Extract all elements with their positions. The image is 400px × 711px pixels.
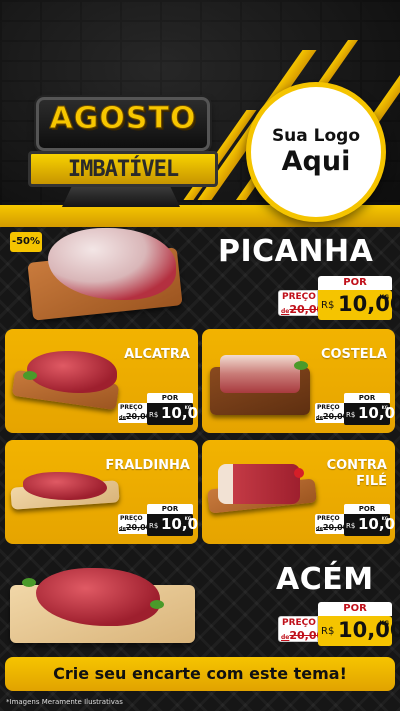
preco-label: PREÇO: [120, 515, 143, 522]
price-tag: POR PREÇO de20,00 R$ 10,00 KG: [315, 504, 395, 536]
current-price-box: R$ 10,00 KG: [147, 514, 198, 536]
fraldinha-image: [23, 472, 107, 500]
price-tag: POR PREÇO de20,00 R$ 10,00 KG: [118, 393, 198, 425]
logo-text-line2: Aqui: [281, 146, 351, 177]
product-name-line2: FILÉ: [356, 474, 387, 489]
currency: R$: [346, 522, 356, 530]
cta-banner[interactable]: Crie seu encarte com este tema!: [5, 657, 395, 691]
unit-label: KG: [381, 405, 388, 410]
preco-label: PREÇO: [282, 292, 316, 302]
current-price: 10,00: [338, 618, 400, 642]
currency: R$: [149, 522, 159, 530]
current-price-box: R$ 10,00 KG: [344, 403, 395, 425]
preco-label: PREÇO: [120, 404, 143, 411]
featured-price-tag: POR PREÇO de20,00 R$ 10,00 KG: [278, 602, 400, 646]
herb-garnish: [294, 361, 308, 370]
por-label: POR: [318, 602, 392, 616]
current-price-box: R$ 10,00 KG: [318, 616, 400, 646]
product-card-contra-file[interactable]: CONTRA FILÉ POR PREÇO de20,00 R$ 10,00 K…: [202, 440, 395, 544]
hero-price-tag: POR PREÇO de20,00 R$ 10,00 KG: [278, 276, 400, 320]
product-name: CONTRA FILÉ: [327, 458, 387, 490]
product-card-costela[interactable]: COSTELA POR PREÇO de20,00 R$ 10,00 KG: [202, 329, 395, 433]
product-name-line1: CONTRA: [326, 458, 387, 473]
unit-label: KG: [184, 516, 191, 521]
currency: R$: [346, 411, 356, 419]
current-price: 10,00: [161, 515, 198, 533]
por-label: POR: [147, 393, 193, 403]
herb-garnish: [23, 371, 37, 380]
unit-label: KG: [379, 620, 389, 627]
currency: R$: [321, 300, 335, 311]
product-card-fraldinha[interactable]: FRALDINHA POR PREÇO de20,00 R$ 10,00 KG: [5, 440, 198, 544]
featured-product-name: ACÉM: [276, 562, 374, 597]
old-price-box: PREÇO de20,00: [118, 514, 151, 534]
current-price: 10,00: [161, 404, 198, 422]
current-price-box: R$ 10,00 KG: [318, 290, 400, 320]
old-price-box: PREÇO de20,00: [315, 514, 348, 534]
unit-label: KG: [381, 516, 388, 521]
current-price: 10,00: [338, 292, 400, 316]
discount-badge: -50%: [10, 232, 42, 252]
preco-label: PREÇO: [282, 618, 316, 628]
disclaimer-footnote: *Imagens Meramente Ilustrativas: [6, 698, 123, 706]
hero-product-name: PICANHA: [218, 234, 374, 269]
herb-garnish: [150, 600, 164, 609]
price-tag: POR PREÇO de20,00 R$ 10,00 KG: [118, 504, 198, 536]
preco-label: PREÇO: [317, 404, 340, 411]
plaque-stand: [62, 187, 180, 207]
old-price-box: PREÇO de20,00: [118, 403, 151, 423]
price-tag: POR PREÇO de20,00 R$ 10,00 KG: [315, 393, 395, 425]
por-label: POR: [147, 504, 193, 514]
unit-label: KG: [379, 294, 389, 301]
contra-file-image: [218, 464, 300, 504]
currency: R$: [149, 411, 159, 419]
product-name: FRALDINHA: [105, 458, 190, 473]
por-label: POR: [344, 504, 390, 514]
product-name: COSTELA: [320, 347, 387, 362]
herb-garnish: [22, 578, 36, 587]
logo-text-line1: Sua Logo: [271, 126, 361, 146]
page-subtitle: IMBATÍVEL: [67, 157, 179, 182]
product-card-alcatra[interactable]: ALCATRA POR PREÇO de20,00 R$ 10,00 KG: [5, 329, 198, 433]
current-price-box: R$ 10,00 KG: [147, 403, 198, 425]
currency: R$: [321, 626, 335, 637]
old-price-box: PREÇO de20,00: [278, 290, 324, 316]
current-price-box: R$ 10,00 KG: [344, 514, 395, 536]
current-price: 10,00: [358, 515, 395, 533]
costela-image: [220, 355, 300, 393]
unit-label: KG: [184, 405, 191, 410]
preco-label: PREÇO: [317, 515, 340, 522]
old-price-box: PREÇO de20,00: [315, 403, 348, 423]
por-label: POR: [344, 393, 390, 403]
por-label: POR: [318, 276, 392, 290]
tomato-garnish: [294, 468, 304, 478]
product-name: ALCATRA: [124, 347, 190, 362]
page-title: AGOSTO: [49, 101, 197, 137]
logo-placeholder: Sua Logo Aqui: [246, 82, 386, 222]
current-price: 10,00: [358, 404, 395, 422]
old-price-box: PREÇO de20,00: [278, 616, 324, 642]
